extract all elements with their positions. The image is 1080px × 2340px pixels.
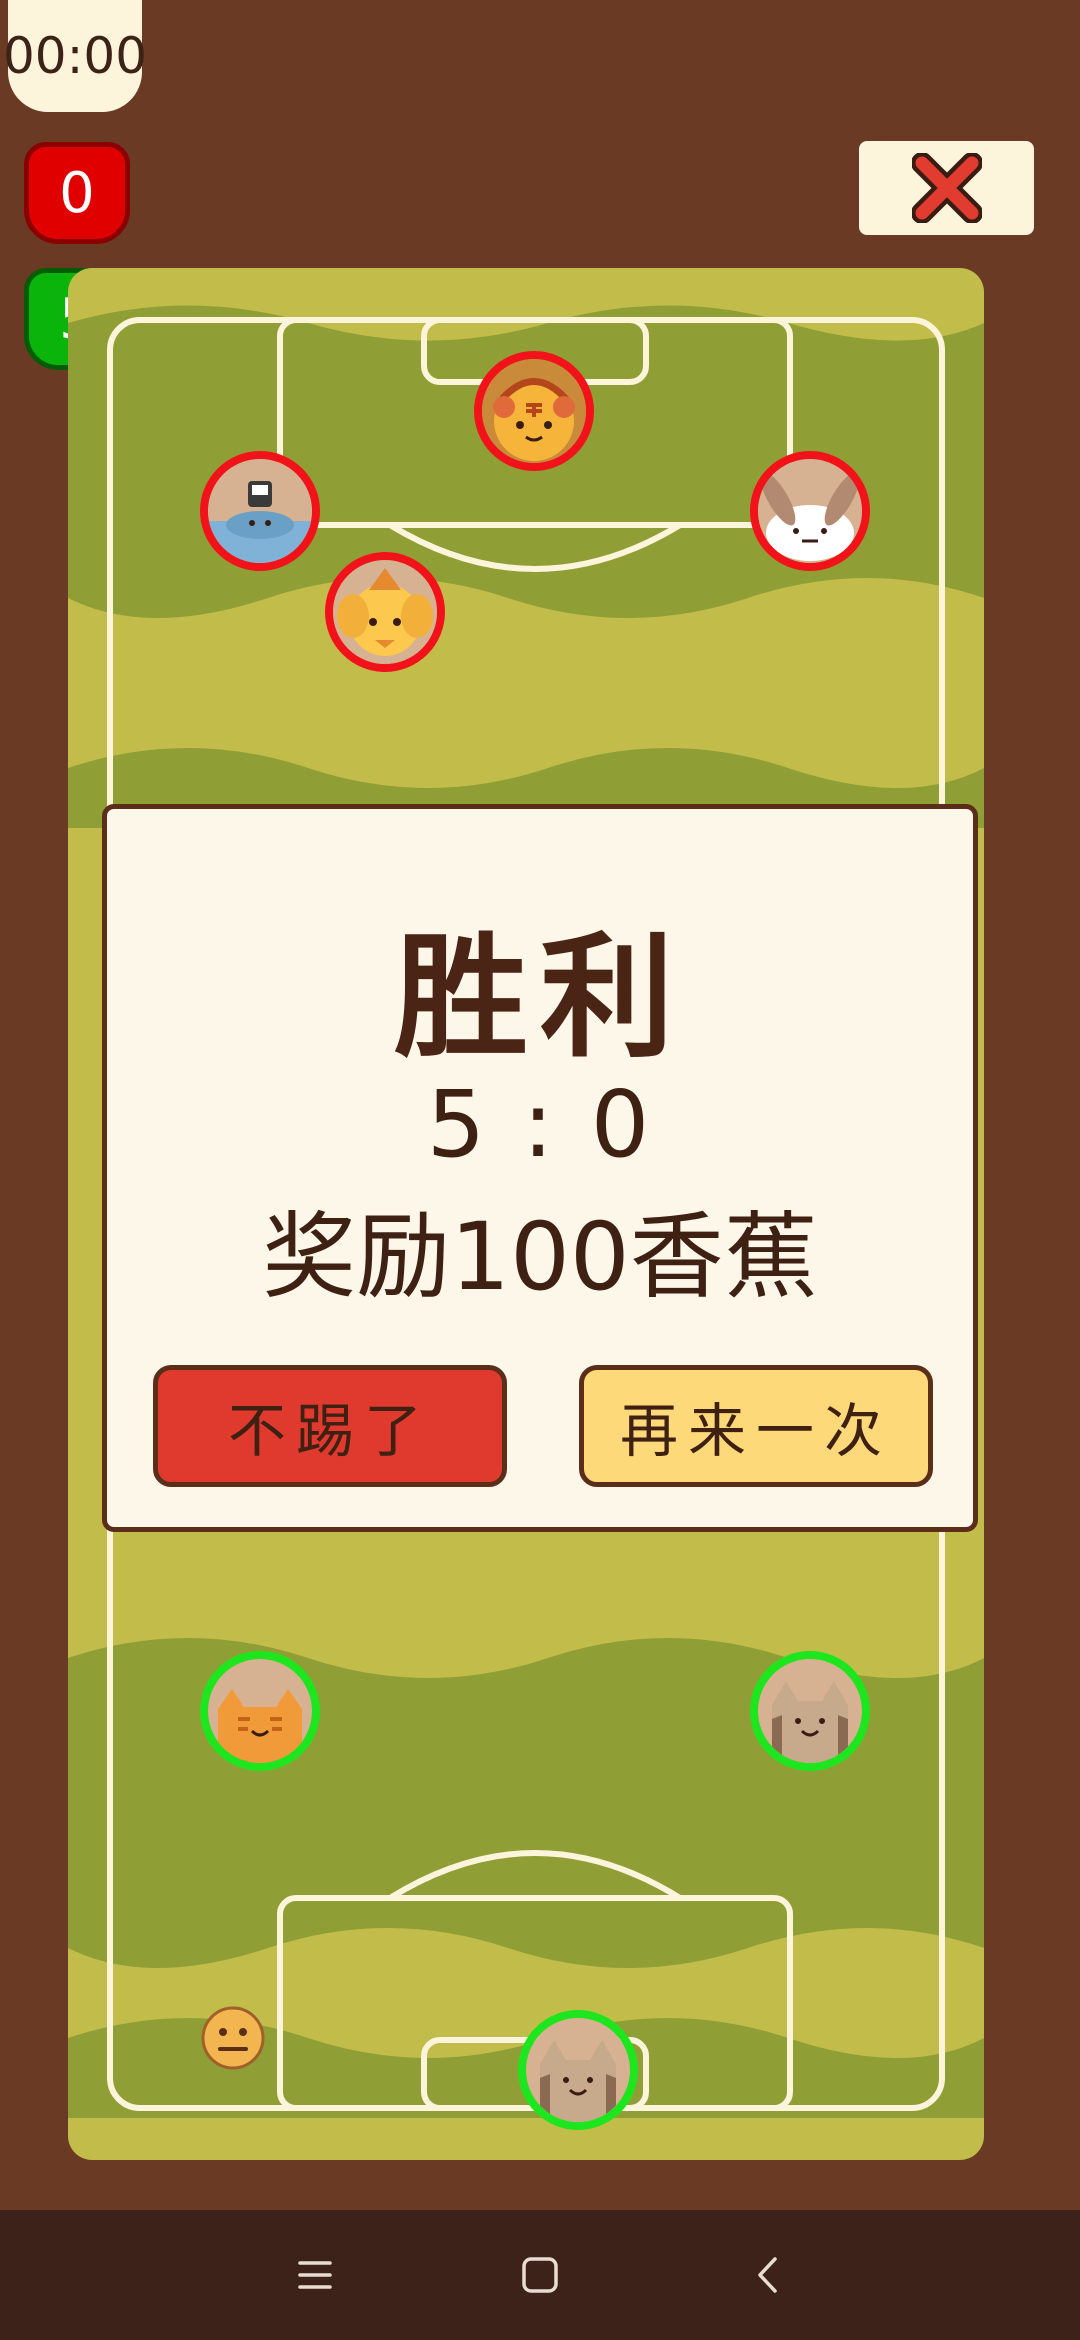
close-button[interactable]	[859, 141, 1034, 235]
tiger-avatar-icon	[482, 359, 586, 463]
result-title: 胜利	[393, 920, 686, 1076]
player-cat-goalkeeper[interactable]	[518, 2010, 638, 2130]
opponent-player-tiger[interactable]	[474, 351, 594, 471]
result-dialog: 胜利 5 : 0 奖励100香蕉 不踢了 再来一次	[102, 804, 978, 1532]
player-cat-orange[interactable]	[200, 1651, 320, 1771]
orange-cat-avatar-icon	[208, 1659, 312, 1763]
goalkeeper-cat-avatar-icon	[526, 2018, 630, 2122]
close-icon	[911, 153, 982, 223]
back-icon[interactable]	[744, 2250, 794, 2300]
play-again-button[interactable]: 再来一次	[579, 1365, 933, 1487]
quit-button[interactable]: 不踢了	[153, 1365, 507, 1487]
dog-avatar-icon	[333, 560, 437, 664]
opponent-player-dog[interactable]	[325, 552, 445, 672]
hippo-avatar-icon	[208, 459, 312, 563]
reward-text: 奖励100香蕉	[262, 1203, 818, 1312]
system-nav-bar	[0, 2210, 1080, 2340]
home-icon[interactable]	[515, 2250, 565, 2300]
opponent-player-hippo[interactable]	[200, 451, 320, 571]
menu-icon[interactable]	[290, 2250, 340, 2300]
final-score: 5 : 0	[426, 1071, 654, 1178]
rabbit-avatar-icon	[758, 459, 862, 563]
player-cat-tabby[interactable]	[750, 1651, 870, 1771]
opponent-player-rabbit[interactable]	[750, 451, 870, 571]
match-timer: 00:00	[3, 0, 147, 112]
tabby-cat-avatar-icon	[758, 1659, 862, 1763]
opponent-score-badge: 0	[24, 142, 130, 244]
neutral-face-icon[interactable]	[200, 2005, 266, 2071]
